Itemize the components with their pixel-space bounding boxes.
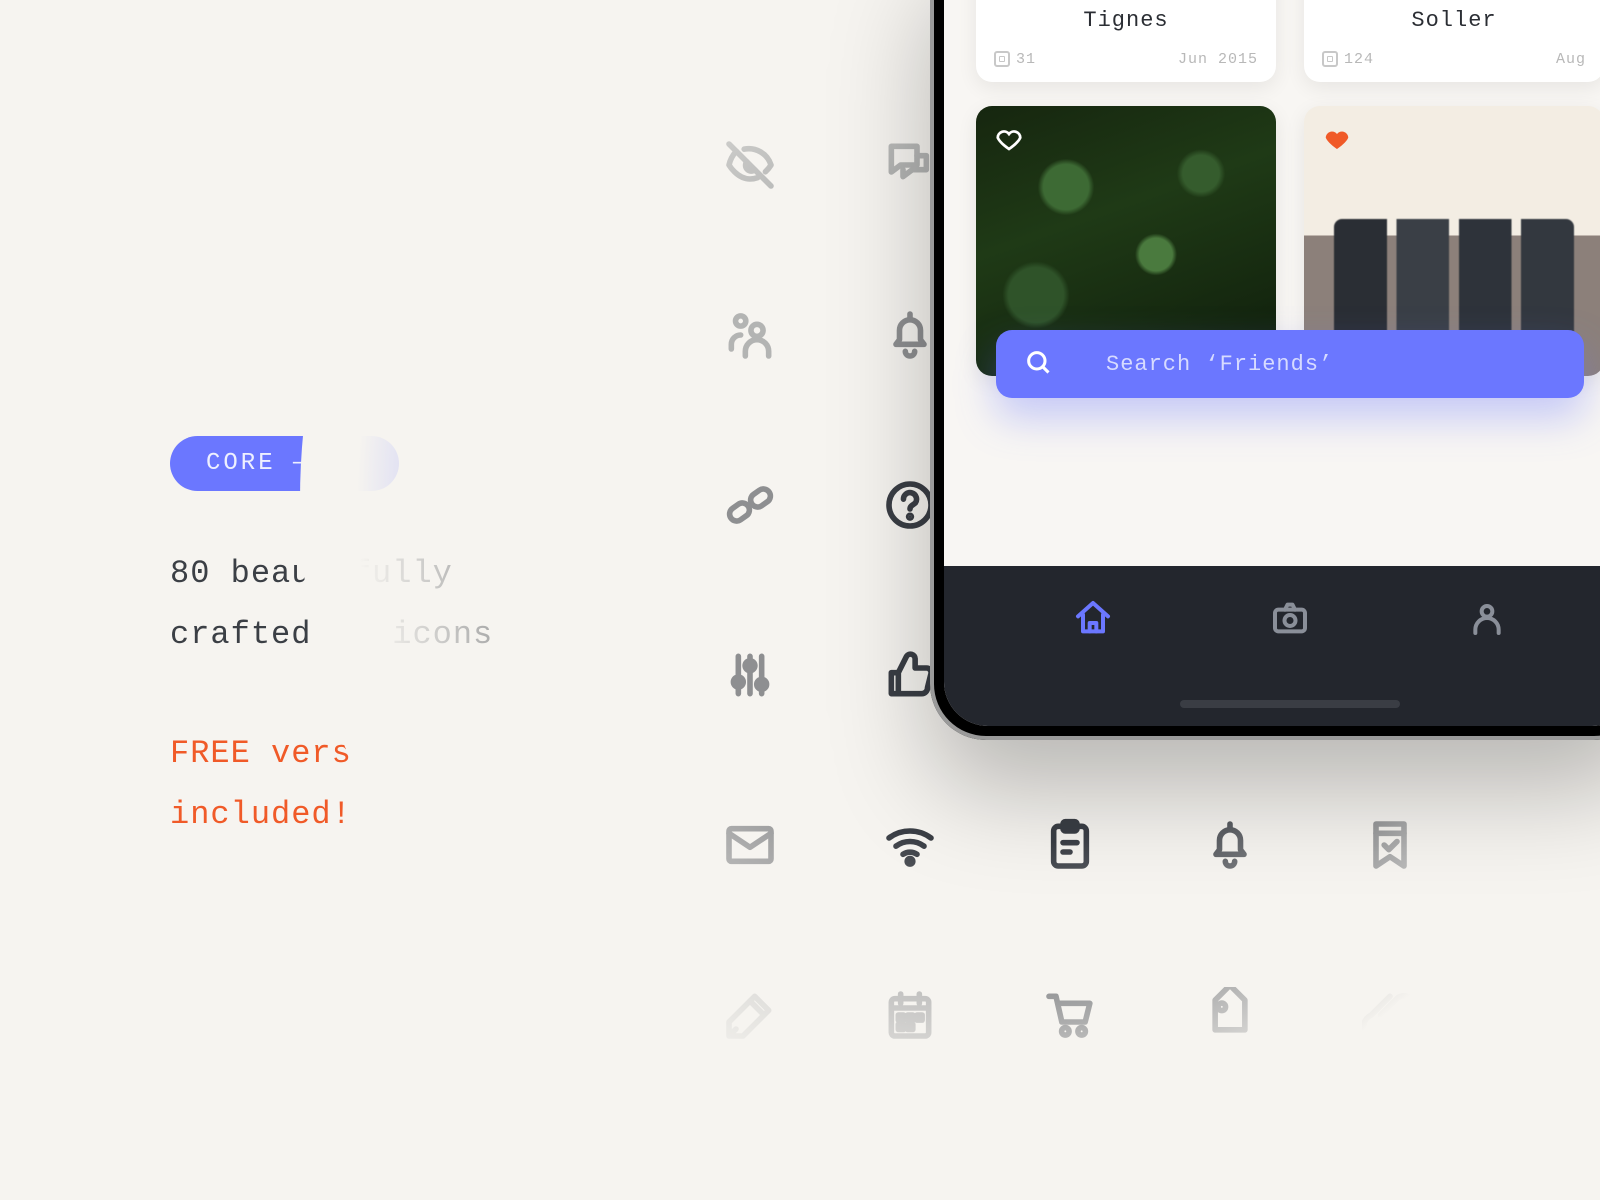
wifi-icon [830,760,990,930]
album-count: 31 [994,51,1036,68]
bookmark-check-icon [1310,760,1470,930]
headline: 80 beautifully crafted UI icons [170,544,590,666]
phone-speaker [1180,700,1400,708]
users-icon [670,250,830,420]
mail-icon [670,760,830,930]
sliders-icon [670,590,830,760]
tab-profile[interactable] [1467,598,1507,643]
paperclip-icon [1310,930,1470,1100]
album-card-soller[interactable]: Soller 124 Aug [1304,0,1600,82]
tab-bar [944,566,1600,726]
album-date: Jun 2015 [1178,51,1258,68]
link-icon [670,420,830,590]
photos-icon [994,51,1010,67]
phone-screen: Tignes 31 Jun 2015 Soller 124 Aug [944,0,1600,726]
tag-icon [1150,930,1310,1100]
eye-off-icon [670,80,830,250]
album-date: Aug [1556,51,1586,68]
clipboard-icon [990,760,1150,930]
bell-icon [1150,760,1310,930]
heart-filled-icon[interactable] [1322,124,1352,159]
cart-icon [990,930,1150,1100]
tab-camera[interactable] [1270,598,1310,643]
search-placeholder: Search ‘Friends’ [1106,352,1333,377]
subline: FREE version included! [170,724,590,846]
pencil-icon [670,930,830,1100]
album-title: Soller [1304,8,1600,33]
calendar-icon [830,930,990,1100]
badge-pill: CORE — UI [170,436,399,491]
heart-outline-icon[interactable] [994,124,1024,159]
album-title: Tignes [976,8,1276,33]
tab-home[interactable] [1073,598,1113,643]
album-count: 124 [1322,51,1374,68]
album-card-tignes[interactable]: Tignes 31 Jun 2015 [976,0,1276,82]
photos-icon [1322,51,1338,67]
search-bar[interactable]: Search ‘Friends’ [996,330,1584,398]
search-icon [1024,348,1052,381]
phone-frame: Tignes 31 Jun 2015 Soller 124 Aug [930,0,1600,740]
